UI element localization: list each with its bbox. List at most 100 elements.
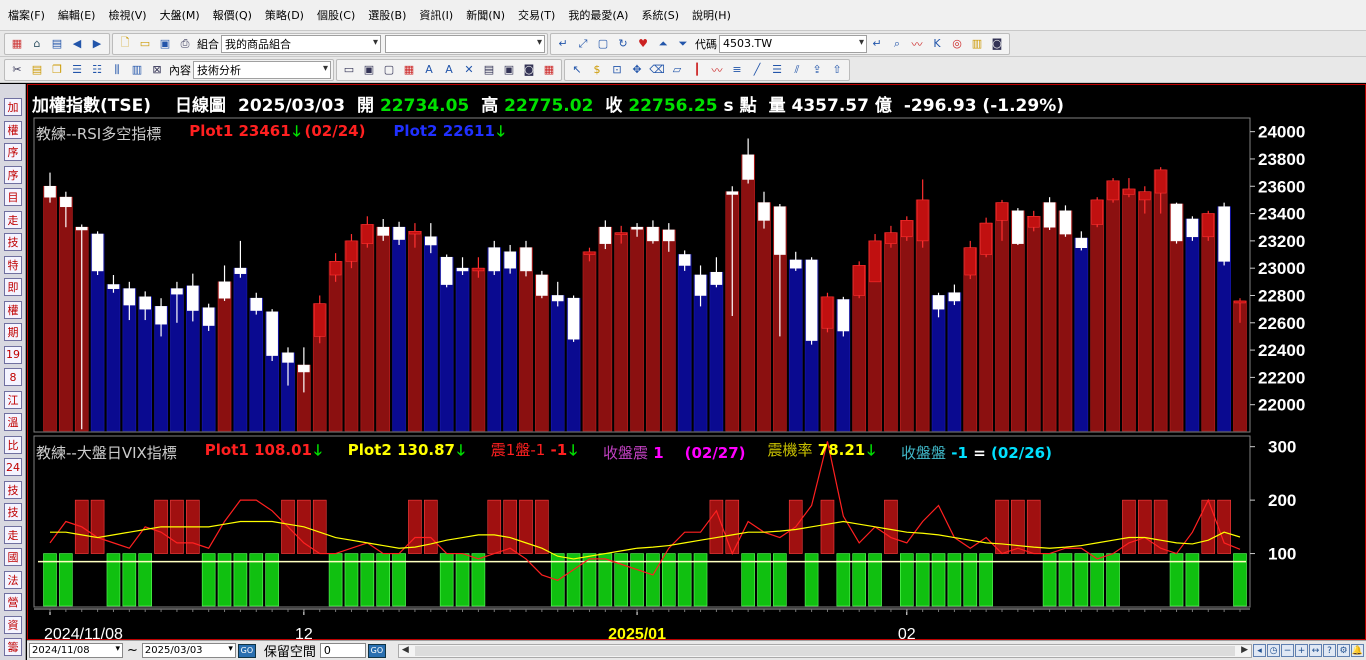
- dialog-icon[interactable]: ▢: [380, 61, 398, 79]
- target-icon[interactable]: ◎: [948, 35, 966, 53]
- text-a-icon[interactable]: A: [420, 61, 438, 79]
- k-line-icon[interactable]: K: [928, 35, 946, 53]
- symbol-select[interactable]: 4503.TW: [719, 34, 867, 53]
- menu-item[interactable]: 報價(Q): [213, 7, 252, 23]
- menu-item[interactable]: 個股(C): [317, 7, 355, 23]
- enter-icon[interactable]: ↵: [868, 35, 886, 53]
- print-icon[interactable]: ⎙: [176, 35, 194, 53]
- open-folder-icon[interactable]: ▭: [136, 35, 154, 53]
- layout-rows-alt-icon[interactable]: ☷: [88, 61, 106, 79]
- channel-icon[interactable]: ⫽: [788, 61, 806, 79]
- sidebar-tab[interactable]: 權: [4, 120, 22, 139]
- scroll-begin-icon[interactable]: ◂: [1253, 644, 1266, 657]
- sidebar-tab[interactable]: 籌: [4, 638, 22, 656]
- color-grid-icon[interactable]: ▦: [540, 61, 558, 79]
- new-file-icon[interactable]: 🗋: [116, 35, 134, 53]
- menu-item[interactable]: 選股(B): [368, 7, 406, 23]
- sidebar-tab[interactable]: 法: [4, 570, 22, 589]
- pointer-icon[interactable]: ↖: [568, 61, 586, 79]
- copy-icon[interactable]: ❐: [48, 61, 66, 79]
- report-icon[interactable]: ▥: [968, 35, 986, 53]
- menu-item[interactable]: 交易(T): [518, 7, 555, 23]
- horizontal-scrollbar[interactable]: ◀ ▶: [397, 643, 1252, 658]
- dollar-icon[interactable]: $: [588, 61, 606, 79]
- clock-icon[interactable]: ◷: [1267, 644, 1280, 657]
- frame-icon[interactable]: ▭: [340, 61, 358, 79]
- refresh-icon[interactable]: ↻: [614, 35, 632, 53]
- close-window-icon[interactable]: ⊠: [148, 61, 166, 79]
- eraser-icon[interactable]: ⌫: [648, 61, 666, 79]
- help-icon[interactable]: ?: [1323, 644, 1336, 657]
- panel-alt-icon[interactable]: ▣: [500, 61, 518, 79]
- layout-grid-icon[interactable]: ▦: [8, 35, 26, 53]
- panel-icon[interactable]: ▤: [480, 61, 498, 79]
- zoom-in-icon[interactable]: +: [1295, 644, 1308, 657]
- sidebar-tab[interactable]: 技: [4, 233, 22, 251]
- wave-icon[interactable]: 〰: [708, 61, 726, 79]
- expand-icon[interactable]: ⤢: [574, 35, 592, 53]
- sidebar-tab[interactable]: 營: [4, 593, 22, 611]
- return-icon[interactable]: ↵: [554, 35, 572, 53]
- sidebar-tab[interactable]: 江: [4, 390, 22, 409]
- sidebar-tab[interactable]: 序: [4, 143, 22, 161]
- chart-icon[interactable]: 〰: [908, 35, 926, 53]
- sidebar-tab[interactable]: 目: [4, 188, 22, 206]
- chart-window[interactable]: 24000 23800 23600 23400 23200 23000 22800 22600…: [27, 84, 1366, 641]
- up-arrow-icon[interactable]: ⇧: [828, 61, 846, 79]
- end-date-input[interactable]: 2025/03/03: [141, 643, 236, 658]
- zoom-out-icon[interactable]: −: [1281, 644, 1294, 657]
- menu-item[interactable]: 編輯(E): [58, 7, 96, 23]
- menu-item[interactable]: 資訊(I): [419, 7, 453, 23]
- sidebar-tab[interactable]: 走: [4, 210, 22, 229]
- sidebar-tab[interactable]: 加: [4, 98, 22, 116]
- favorite-heart-icon[interactable]: ♥: [634, 35, 652, 53]
- layout-cols-alt-icon[interactable]: ▥: [128, 61, 146, 79]
- menu-item[interactable]: 大盤(M): [160, 7, 200, 23]
- sidebar-tab[interactable]: 比: [4, 435, 22, 454]
- page-up-icon[interactable]: ⏶: [654, 35, 672, 53]
- sidebar-tab[interactable]: 溫: [4, 413, 22, 431]
- cut-icon[interactable]: ✂: [8, 61, 26, 79]
- go-button[interactable]: GO: [237, 643, 256, 658]
- menu-item[interactable]: 策略(D): [265, 7, 304, 23]
- snapshot-icon[interactable]: ◙: [520, 61, 538, 79]
- sidebar-tab[interactable]: 24: [4, 458, 22, 476]
- candle-icon[interactable]: ┃: [688, 61, 706, 79]
- tools-cross-icon[interactable]: ✕: [460, 61, 478, 79]
- sidebar-tab[interactable]: 技: [4, 503, 22, 521]
- fib-icon[interactable]: ≡: [728, 61, 746, 79]
- keep-go-button[interactable]: GO: [367, 643, 386, 658]
- camera-icon[interactable]: ◙: [988, 35, 1006, 53]
- sidebar-tab[interactable]: 資: [4, 615, 22, 634]
- scroll-left-icon[interactable]: ◀: [402, 645, 409, 655]
- menu-item[interactable]: 我的最愛(A): [568, 7, 628, 23]
- sidebar-tab[interactable]: 即: [4, 278, 22, 296]
- export-icon[interactable]: ⇪: [808, 61, 826, 79]
- menu-item[interactable]: 檔案(F): [8, 7, 45, 23]
- sidebar-tab[interactable]: 期: [4, 323, 22, 341]
- page-down-icon[interactable]: ⏷: [674, 35, 692, 53]
- scroll-thumb[interactable]: [414, 645, 1235, 656]
- layout-cols-icon[interactable]: ⫼: [108, 61, 126, 79]
- sidebar-tab[interactable]: 特: [4, 255, 22, 274]
- trend-line-icon[interactable]: ╱: [748, 61, 766, 79]
- start-date-input[interactable]: 2024/11/08: [29, 643, 123, 658]
- sidebar-tab[interactable]: 8: [4, 368, 22, 386]
- portfolio-item-select[interactable]: [385, 34, 545, 53]
- window-icon[interactable]: ▤: [48, 35, 66, 53]
- chart-canvas[interactable]: 24000 23800 23600 23400 23200 23000 22800 22600…: [28, 85, 1366, 641]
- zoom-box-icon[interactable]: ⊡: [608, 61, 626, 79]
- sidebar-tab[interactable]: 權: [4, 300, 22, 319]
- layout-rows-icon[interactable]: ☰: [68, 61, 86, 79]
- sidebar-tab[interactable]: 序: [4, 165, 22, 184]
- content-select[interactable]: 技術分析: [193, 60, 331, 79]
- alert-bell-icon[interactable]: 🔔: [1351, 644, 1364, 657]
- sidebar-tab[interactable]: 國: [4, 548, 22, 566]
- move-icon[interactable]: ✥: [628, 61, 646, 79]
- paste-icon[interactable]: ▤: [28, 61, 46, 79]
- frame-alt-icon[interactable]: ▣: [360, 61, 378, 79]
- window-alt-icon[interactable]: ▢: [594, 35, 612, 53]
- settings-icon[interactable]: ⚙: [1337, 644, 1350, 657]
- parallel-line-icon[interactable]: ☰: [768, 61, 786, 79]
- menu-item[interactable]: 檢視(V): [108, 7, 146, 23]
